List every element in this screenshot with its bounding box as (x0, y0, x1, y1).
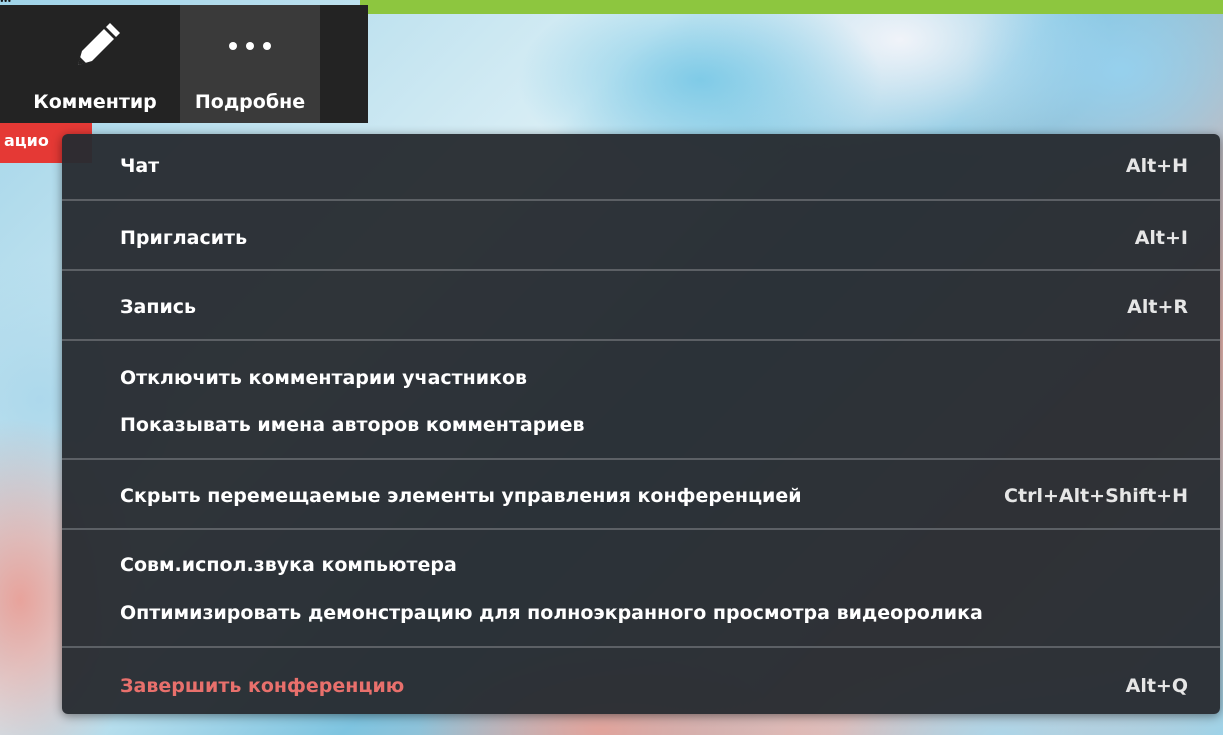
menu-item-hide-floating-controls[interactable]: Скрыть перемещаемые элементы управления … (120, 476, 1188, 516)
menu-separator (62, 269, 1220, 271)
menu-item-label: Скрыть перемещаемые элементы управления … (120, 485, 802, 507)
menu-item-label: Чат (120, 155, 160, 177)
menu-separator (62, 646, 1220, 648)
menu-item-label: Запись (120, 296, 197, 318)
menu-item-label: Показывать имена авторов комментариев (120, 414, 585, 436)
menu-item-shortcut: Alt+I (1134, 227, 1188, 249)
menu-separator (62, 339, 1220, 341)
pencil-icon (68, 15, 122, 77)
menu-item-share-computer-sound[interactable]: Совм.испол.звука компьютера (120, 545, 1188, 585)
sharing-toolbar: Комментир Подробне (0, 5, 368, 123)
annotate-label: Комментир (33, 91, 157, 113)
menu-item-end-meeting[interactable]: Завершить конференцию Alt+Q (120, 666, 1188, 706)
more-dots-icon (225, 15, 275, 77)
menu-item-label: Отключить комментарии участников (120, 367, 528, 389)
menu-item-chat[interactable]: Чат Alt+H (120, 146, 1188, 186)
menu-item-shortcut: Alt+R (1127, 296, 1188, 318)
more-button[interactable]: Подробне (180, 5, 320, 123)
menu-item-shortcut: Alt+Q (1125, 675, 1188, 697)
menu-separator (62, 528, 1220, 530)
menu-item-show-annotator-names[interactable]: Показывать имена авторов комментариев (120, 405, 1188, 445)
menu-item-record[interactable]: Запись Alt+R (120, 287, 1188, 327)
menu-separator (62, 199, 1220, 201)
menu-item-shortcut: Alt+H (1125, 155, 1188, 177)
menu-item-invite[interactable]: Пригласить Alt+I (120, 218, 1188, 258)
menu-separator (62, 458, 1220, 460)
menu-item-optimize-video[interactable]: Оптимизировать демонстрацию для полноэкр… (120, 593, 1188, 633)
menu-item-label: Совм.испол.звука компьютера (120, 554, 457, 576)
annotate-button[interactable]: Комментир (10, 5, 180, 123)
menu-item-label: Пригласить (120, 227, 248, 249)
menu-item-shortcut: Ctrl+Alt+Shift+H (1004, 485, 1188, 507)
menu-item-disable-annotation[interactable]: Отключить комментарии участников (120, 358, 1188, 398)
menu-item-label: Завершить конференцию (120, 675, 405, 697)
menu-item-label: Оптимизировать демонстрацию для полноэкр… (120, 602, 983, 624)
more-label: Подробне (194, 91, 306, 113)
more-options-menu: Чат Alt+H Пригласить Alt+I Запись Alt+R … (62, 134, 1220, 714)
meeting-accent-stripe (360, 0, 1223, 14)
